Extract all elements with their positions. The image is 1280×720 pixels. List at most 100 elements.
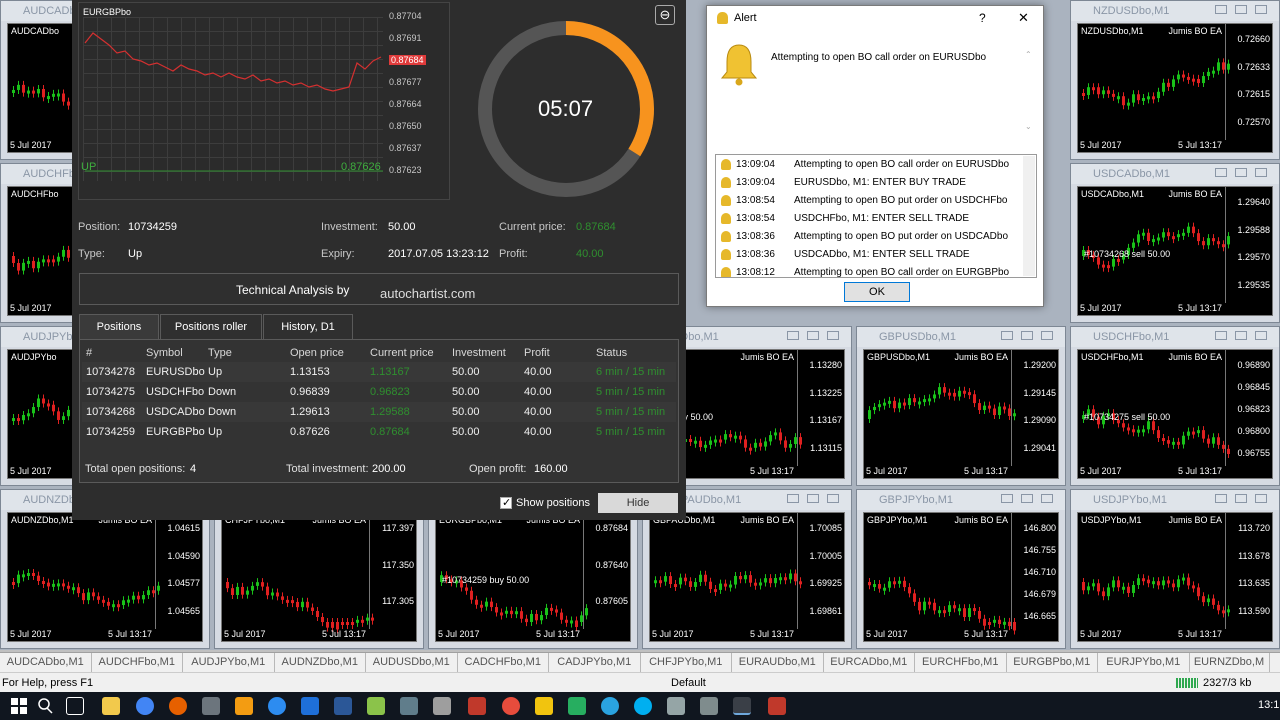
- chart-tab[interactable]: EURAUDbo,M1: [732, 653, 824, 672]
- filezilla-icon[interactable]: [468, 697, 486, 715]
- chart-tab[interactable]: EURJPYbo,M1: [1098, 653, 1190, 672]
- chart-plot[interactable]: GBPAUDbo,M1 Jumis BO EA 5 Jul 2017 5 Jul 13…: [649, 512, 845, 642]
- word-icon[interactable]: [334, 697, 352, 715]
- tool-icon[interactable]: [433, 697, 451, 715]
- chart-window[interactable]: GBPJPYbo,M1 GBPJPYbo,M1 Jumis BO EA 5 Jul 2…: [856, 489, 1066, 649]
- close-icon[interactable]: [1255, 5, 1267, 14]
- folder-icon[interactable]: [400, 697, 418, 715]
- show-positions-checkbox[interactable]: ✓: [500, 497, 512, 509]
- maximize-icon[interactable]: [1021, 331, 1033, 340]
- minimize-icon[interactable]: [1001, 331, 1013, 340]
- chart-plot[interactable]: USDCADbo,M1 Jumis BO EA 5 Jul 2017 5 Jul 13…: [1077, 186, 1273, 316]
- back-icon[interactable]: ⊖: [655, 5, 675, 25]
- minimize-icon[interactable]: [1215, 494, 1227, 503]
- app3-icon[interactable]: [700, 697, 718, 715]
- column-header[interactable]: Status: [596, 347, 627, 359]
- maximize-icon[interactable]: [1235, 494, 1247, 503]
- chart-plot[interactable]: USDJPYbo,M1 Jumis BO EA 5 Jul 2017 5 Jul 13…: [1077, 512, 1273, 642]
- close-icon[interactable]: [1255, 494, 1267, 503]
- chart-tab[interactable]: CADJPYbo,M1: [549, 653, 641, 672]
- telegram-icon[interactable]: [601, 697, 619, 715]
- chart-window-titlebar[interactable]: USDCADbo,M1: [1071, 164, 1279, 184]
- chart-plot[interactable]: AUDNZDbo,M1 Jumis BO EA 5 Jul 2017 5 Jul 13…: [7, 512, 203, 642]
- opera-icon[interactable]: [502, 697, 520, 715]
- minimize-icon[interactable]: [1001, 494, 1013, 503]
- alert-entry[interactable]: 13:09:04 EURUSDbo, M1: ENTER BUY TRADE: [716, 174, 1026, 192]
- hide-button[interactable]: Hide: [598, 493, 678, 513]
- maximize-icon[interactable]: [807, 331, 819, 340]
- column-header[interactable]: Type: [208, 347, 232, 359]
- column-header[interactable]: Current price: [370, 347, 434, 359]
- close-icon[interactable]: [827, 494, 839, 503]
- firefox-icon[interactable]: [169, 697, 187, 715]
- chart-window[interactable]: USDCHFbo,M1 USDCHFbo,M1 Jumis BO EA 5 Jul 2…: [1070, 326, 1280, 486]
- alert-entry[interactable]: 13:08:54 Attempting to open BO put order …: [716, 192, 1026, 210]
- chart-tab[interactable]: AUDCADbo,M1: [0, 653, 92, 672]
- chart-tab[interactable]: EURCADbo,M1: [824, 653, 915, 672]
- alert-list-scrollbar[interactable]: [1023, 156, 1035, 276]
- chart-window[interactable]: NZDUSDbo,M1 NZDUSDbo,M1 Jumis BO EA 5 Jul 2…: [1070, 0, 1280, 160]
- chart-tab[interactable]: CADCHFbo,M1: [458, 653, 549, 672]
- maximize-icon[interactable]: [807, 494, 819, 503]
- chart-plot[interactable]: NZDUSDbo,M1 Jumis BO EA 5 Jul 2017 5 Jul 13…: [1077, 23, 1273, 153]
- close-button[interactable]: ✕: [1018, 10, 1029, 26]
- column-header[interactable]: Investment: [452, 347, 506, 359]
- vlc-icon[interactable]: [235, 697, 253, 715]
- alert-entry[interactable]: 13:08:54 USDCHFbo, M1: ENTER SELL TRADE: [716, 210, 1026, 228]
- minimize-icon[interactable]: [1215, 331, 1227, 340]
- chart-plot[interactable]: GBPUSDbo,M1 Jumis BO EA 5 Jul 2017 5 Jul 13…: [863, 349, 1059, 479]
- chart-plot[interactable]: GBPJPYbo,M1 Jumis BO EA 5 Jul 2017 5 Jul 13…: [863, 512, 1059, 642]
- chart-tab[interactable]: EURGBPbo,M1: [1007, 653, 1098, 672]
- table-row[interactable]: 10734278 EURUSDbo Up 1.13153 1.13167 50.00 40.…: [82, 362, 676, 382]
- green-app-icon[interactable]: [568, 697, 586, 715]
- app-icon[interactable]: [202, 697, 220, 715]
- table-row[interactable]: 10734268 USDCADbo Down 1.29613 1.29588 50.00 4…: [82, 402, 676, 422]
- tab-history-d1[interactable]: History, D1: [263, 314, 353, 339]
- maximize-icon[interactable]: [1235, 168, 1247, 177]
- maximize-icon[interactable]: [1235, 5, 1247, 14]
- alert-entry[interactable]: 13:08:12 Attempting to open BO call order…: [716, 264, 1026, 277]
- help-button[interactable]: ?: [979, 11, 986, 25]
- minimize-icon[interactable]: [787, 331, 799, 340]
- close-icon[interactable]: [1041, 331, 1053, 340]
- alert-entry[interactable]: 13:09:04 Attempting to open BO call order…: [716, 156, 1026, 174]
- chart-tab[interactable]: EURNZDbo,M: [1190, 653, 1270, 672]
- chart-tab[interactable]: AUDJPYbo,M1: [183, 653, 275, 672]
- maximize-icon[interactable]: [1235, 331, 1247, 340]
- close-icon[interactable]: [1041, 494, 1053, 503]
- technical-analysis-bar[interactable]: Technical Analysis by autochartist.com: [79, 273, 679, 305]
- chart-window-titlebar[interactable]: GBPJPYbo,M1: [857, 490, 1065, 510]
- alert-entry[interactable]: 13:08:36 USDCADbo, M1: ENTER SELL TRADE: [716, 246, 1026, 264]
- chart-plot[interactable]: USDCHFbo,M1 Jumis BO EA 5 Jul 2017 5 Jul 13…: [1077, 349, 1273, 479]
- chart-window[interactable]: GBPUSDbo,M1 GBPUSDbo,M1 Jumis BO EA 5 Jul 2…: [856, 326, 1066, 486]
- column-header[interactable]: #: [86, 347, 92, 359]
- task-view-icon[interactable]: [66, 697, 84, 715]
- maximize-icon[interactable]: [1021, 494, 1033, 503]
- tab-positions-roller[interactable]: Positions roller: [160, 314, 262, 339]
- notes-icon[interactable]: [535, 697, 553, 715]
- app4-icon[interactable]: [768, 697, 786, 715]
- chart-window-titlebar[interactable]: USDCHFbo,M1: [1071, 327, 1279, 347]
- chart-plot[interactable]: EURGBPbo,M1 Jumis BO EA 5 Jul 2017 5 Jul 13…: [435, 512, 631, 642]
- close-icon[interactable]: [1255, 168, 1267, 177]
- chart-window-titlebar[interactable]: NZDUSDbo,M1: [1071, 1, 1279, 21]
- ok-button[interactable]: OK: [844, 282, 910, 302]
- table-row[interactable]: 10734275 USDCHFbo Down 0.96839 0.96823 50.00 4…: [82, 382, 676, 402]
- chart-tab[interactable]: CHFJPYbo,M1: [641, 653, 732, 672]
- chart-plot[interactable]: CHFJPYbo,M1 Jumis BO EA 5 Jul 2017 5 Jul 13…: [221, 512, 417, 642]
- table-row[interactable]: 10734259 EURGBPbo Up 0.87626 0.87684 50.00 40.…: [82, 422, 676, 442]
- chart-window-titlebar[interactable]: GBPUSDbo,M1: [857, 327, 1065, 347]
- column-header[interactable]: Open price: [290, 347, 344, 359]
- close-icon[interactable]: [827, 331, 839, 340]
- search-icon[interactable]: [36, 697, 54, 715]
- metatrader-icon[interactable]: [733, 697, 751, 715]
- chart-tab[interactable]: AUDUSDbo,M1: [366, 653, 458, 672]
- windows-start-icon[interactable]: [10, 697, 28, 715]
- tab-positions[interactable]: Positions: [79, 314, 159, 339]
- alert-entry[interactable]: 13:08:36 Attempting to open BO put order …: [716, 228, 1026, 246]
- column-header[interactable]: Symbol: [146, 347, 183, 359]
- chart-window[interactable]: USDCADbo,M1 USDCADbo,M1 Jumis BO EA 5 Jul 2…: [1070, 163, 1280, 323]
- teamviewer-icon[interactable]: [268, 697, 286, 715]
- column-header[interactable]: Profit: [524, 347, 550, 359]
- alert-history-list[interactable]: 13:09:04 Attempting to open BO call order…: [715, 154, 1037, 278]
